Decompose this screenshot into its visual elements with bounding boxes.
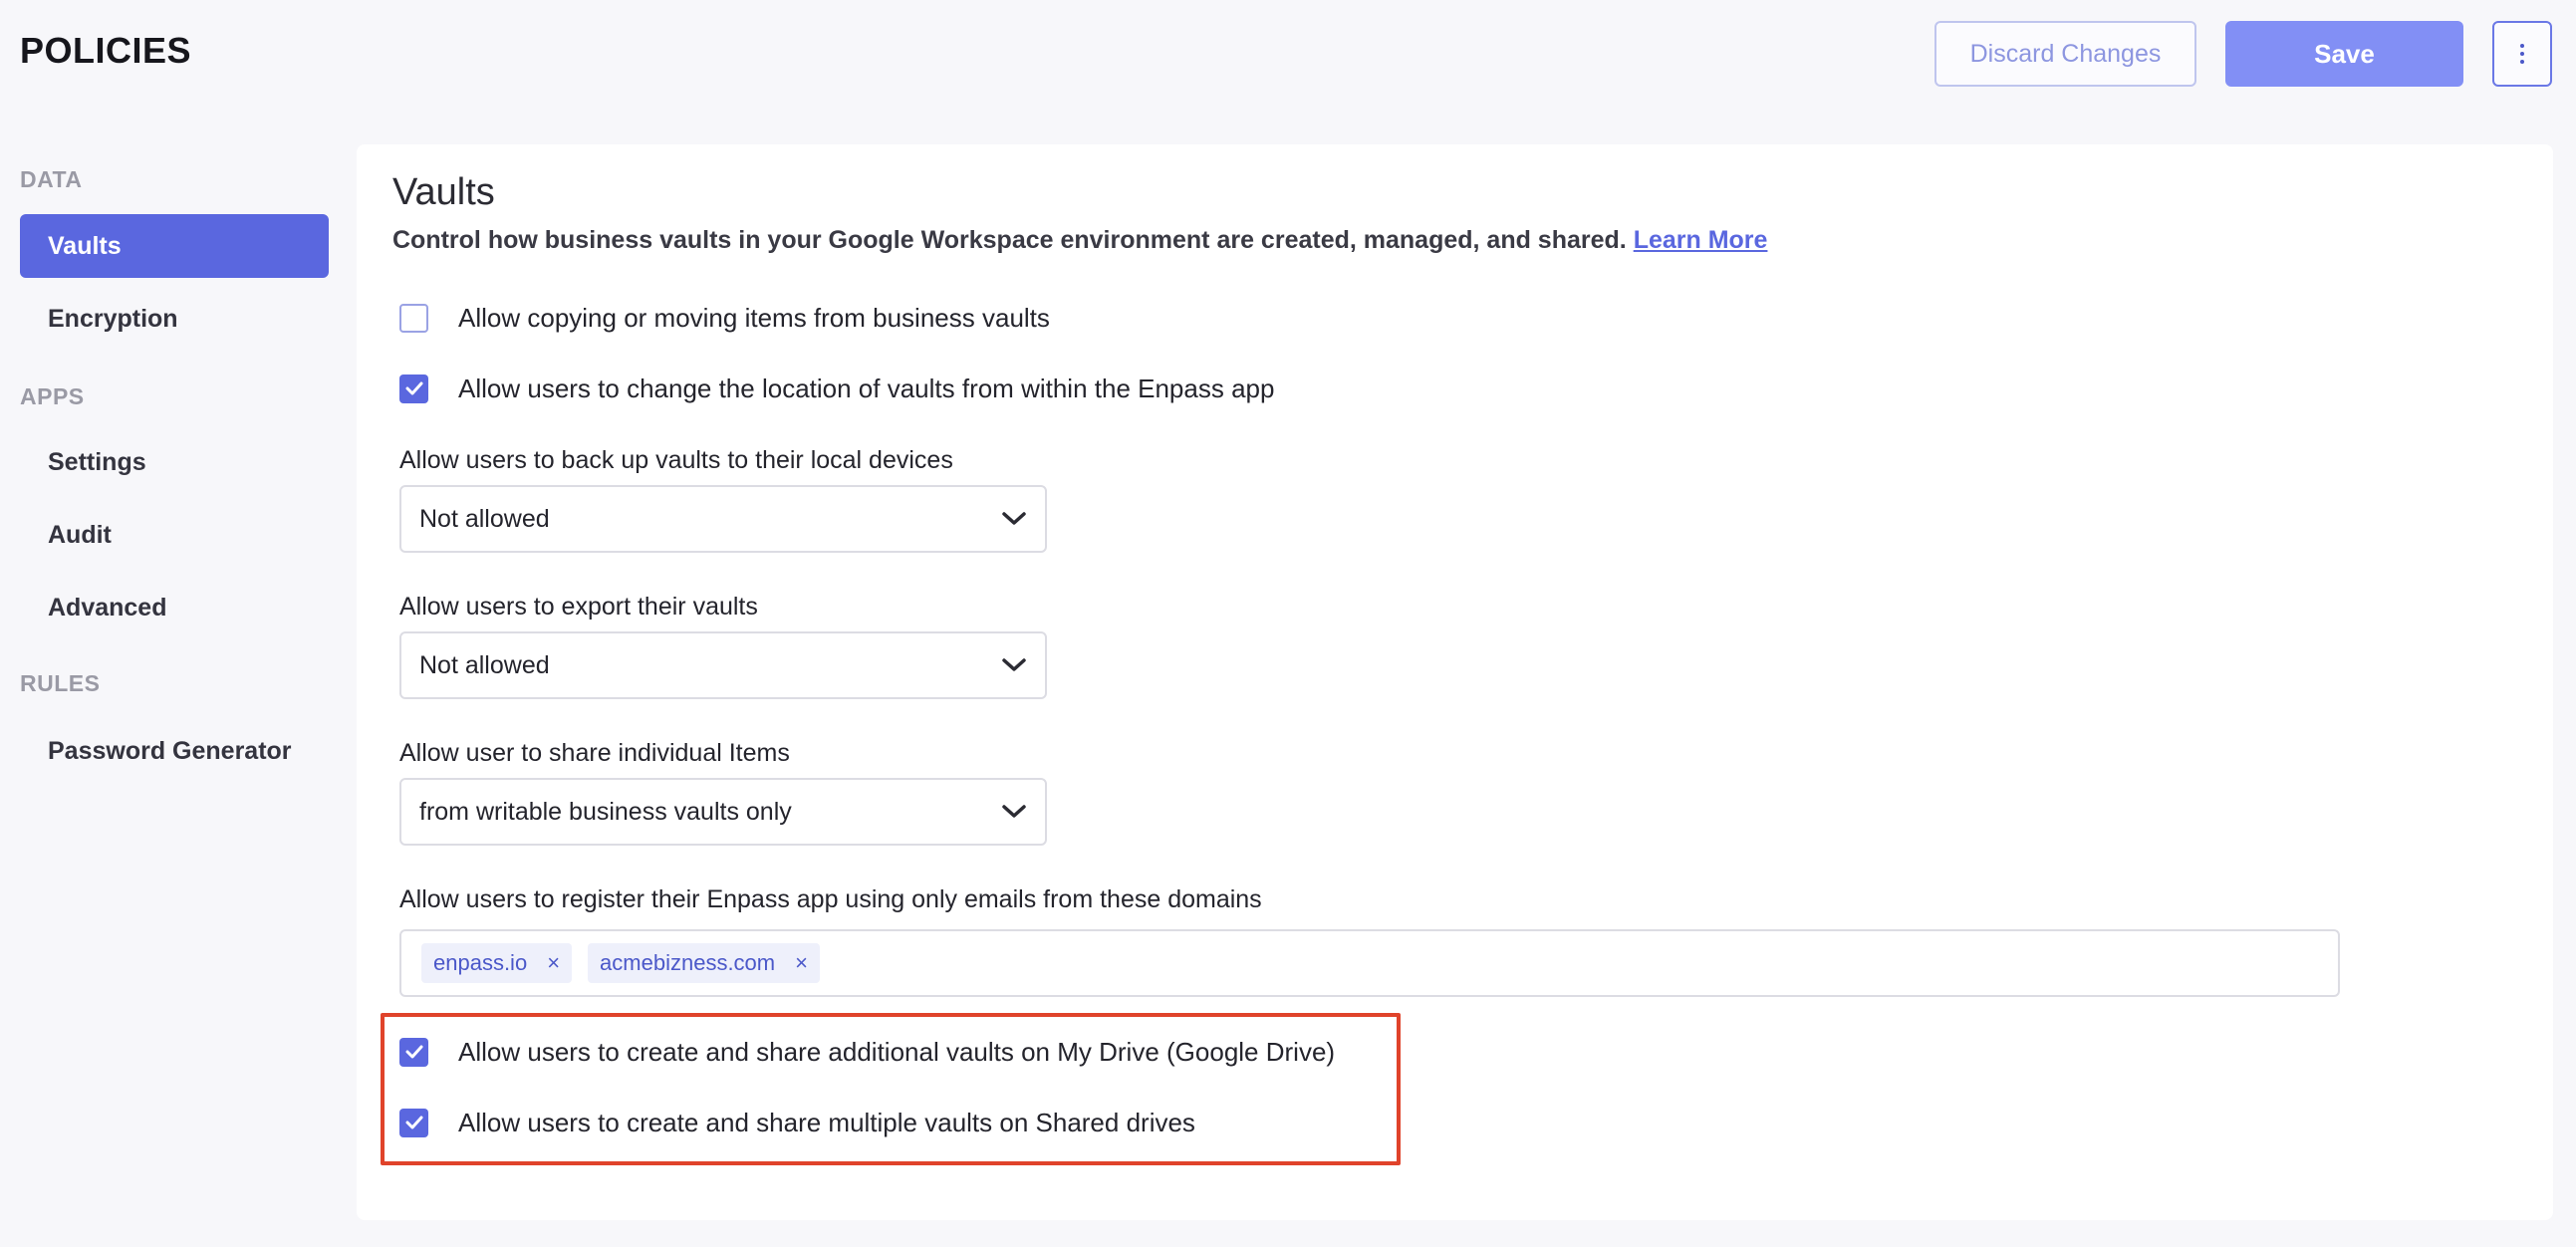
remove-tag-icon[interactable]: × (795, 950, 808, 976)
learn-more-link[interactable]: Learn More (1634, 226, 1768, 254)
export-vaults-select[interactable]: Not allowed (399, 631, 1047, 699)
backup-vaults-label: Allow users to back up vaults to their l… (399, 446, 953, 474)
sidebar-item-encryption[interactable]: Encryption (20, 287, 329, 351)
select-value: from writable business vaults only (419, 797, 792, 826)
checkbox-copy-move-items[interactable] (399, 303, 428, 333)
tag-label: enpass.io (433, 950, 528, 975)
sidebar-item-settings[interactable]: Settings (20, 430, 329, 494)
select-value: Not allowed (419, 504, 550, 533)
export-vaults-label: Allow users to export their vaults (399, 593, 758, 621)
select-value: Not allowed (419, 650, 550, 679)
checkbox-change-vault-location[interactable] (399, 374, 428, 403)
domains-tag-input[interactable]: enpass.io × acmebizness.com × (399, 929, 2340, 997)
policies-page: POLICIES Discard Changes Save DATA Vault… (0, 0, 2576, 1247)
sidebar-section-data: DATA (20, 166, 83, 192)
domains-label: Allow users to register their Enpass app… (399, 885, 1262, 913)
section-description: Control how business vaults in your Goog… (392, 226, 1767, 255)
sidebar-section-apps: APPS (20, 383, 85, 409)
sidebar-item-password-generator[interactable]: Password Generator (20, 719, 329, 783)
share-items-label: Allow user to share individual Items (399, 739, 790, 767)
chevron-down-icon (1002, 658, 1026, 671)
option-label: Allow users to change the location of va… (458, 373, 1275, 403)
sidebar-item-audit[interactable]: Audit (20, 503, 329, 567)
domain-tag: enpass.io × (421, 943, 573, 983)
option-label: Allow copying or moving items from busin… (458, 302, 1050, 333)
more-options-button[interactable] (2492, 21, 2552, 87)
sidebar-item-vaults[interactable]: Vaults (20, 214, 329, 278)
discard-changes-button[interactable]: Discard Changes (1934, 21, 2196, 87)
option-change-vault-location[interactable]: Allow users to change the location of va… (399, 374, 1274, 403)
save-button[interactable]: Save (2225, 21, 2463, 87)
sidebar-section-rules: RULES (20, 670, 101, 696)
share-items-select[interactable]: from writable business vaults only (399, 778, 1047, 846)
chevron-down-icon (1002, 805, 1026, 818)
description-text: Control how business vaults in your Goog… (392, 226, 1627, 254)
tag-label: acmebizness.com (600, 950, 776, 975)
section-title: Vaults (392, 171, 495, 213)
domain-tag: acmebizness.com × (588, 943, 820, 983)
checkmark-icon (405, 381, 422, 395)
backup-vaults-select[interactable]: Not allowed (399, 485, 1047, 553)
remove-tag-icon[interactable]: × (547, 950, 560, 976)
page-title: POLICIES (20, 30, 192, 71)
chevron-down-icon (1002, 512, 1026, 525)
option-copy-move-items[interactable]: Allow copying or moving items from busin… (399, 303, 1050, 333)
kebab-vertical-icon (2520, 44, 2524, 64)
highlight-box (381, 1013, 1401, 1165)
sidebar-item-advanced[interactable]: Advanced (20, 576, 329, 639)
